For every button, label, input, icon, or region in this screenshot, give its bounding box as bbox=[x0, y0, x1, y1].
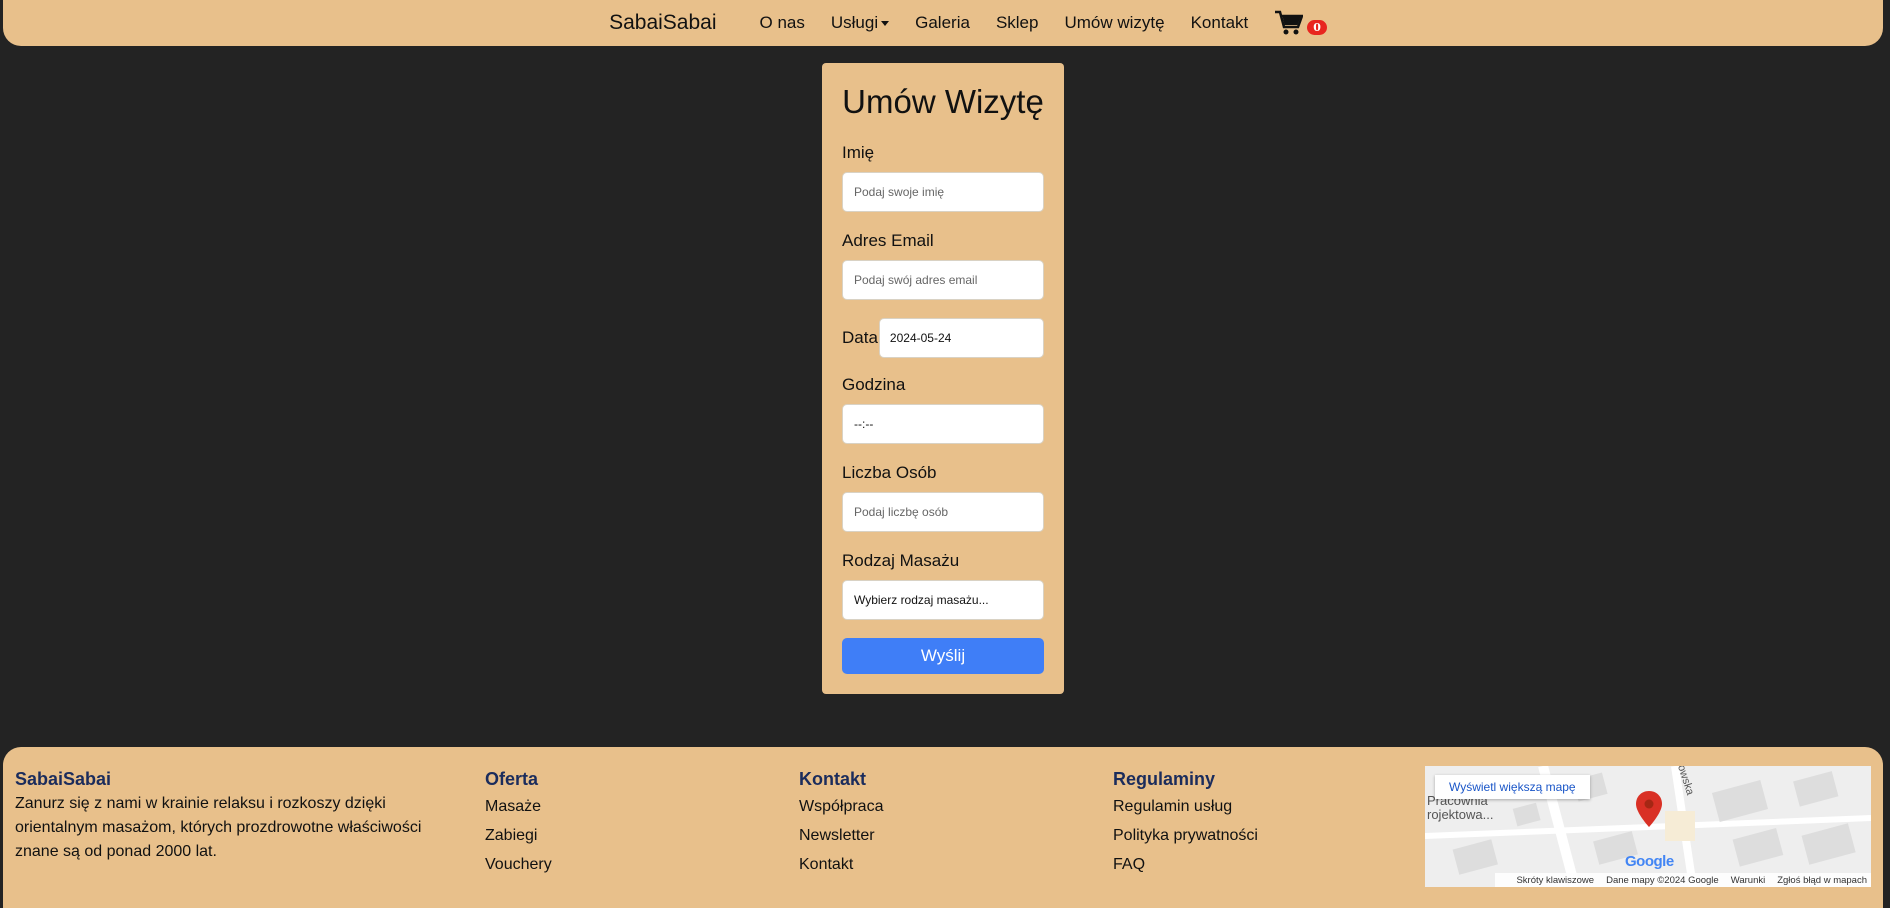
shopping-cart-icon bbox=[1275, 10, 1304, 35]
footer-link-wspolpraca[interactable]: Współpraca bbox=[799, 792, 883, 821]
view-larger-map-button[interactable]: Wyświetl większą mapę bbox=[1435, 775, 1590, 799]
submit-button[interactable]: Wyślij bbox=[842, 638, 1044, 674]
map-attribution-bar: Skróty klawiszowe Dane mapy ©2024 Google… bbox=[1495, 873, 1871, 887]
google-logo-text: Google bbox=[1625, 853, 1674, 870]
cart-button[interactable]: 0 bbox=[1275, 10, 1327, 36]
footer-link-newsletter[interactable]: Newsletter bbox=[799, 821, 883, 850]
nav-link-galeria[interactable]: Galeria bbox=[915, 13, 970, 33]
name-input[interactable]: Podaj swoje imię bbox=[842, 172, 1044, 212]
massage-select[interactable]: Wybierz rodzaj masażu... bbox=[842, 580, 1044, 620]
footer-contact: Kontakt Współpraca Newsletter Kontakt bbox=[799, 769, 883, 879]
people-input[interactable]: Podaj liczbę osób bbox=[842, 492, 1044, 532]
nav-link-umow-wizyte[interactable]: Umów wizytę bbox=[1064, 13, 1164, 33]
massage-field-group: Rodzaj Masażu Wybierz rodzaj masażu... bbox=[842, 551, 1044, 620]
people-field-group: Liczba Osób Podaj liczbę osób bbox=[842, 463, 1044, 532]
google-logo: Google bbox=[1625, 853, 1674, 870]
date-label: Data bbox=[842, 328, 878, 347]
footer-rules: Regulaminy Regulamin usług Polityka pryw… bbox=[1113, 769, 1258, 879]
time-label: Godzina bbox=[842, 375, 906, 394]
caret-down-icon bbox=[881, 20, 890, 26]
name-label: Imię bbox=[842, 143, 875, 162]
cart-count-badge: 0 bbox=[1307, 20, 1327, 35]
footer-rules-title: Regulaminy bbox=[1113, 769, 1216, 789]
massage-label: Rodzaj Masażu bbox=[842, 551, 960, 570]
embedded-map[interactable]: Pracownia rojektowa... owska Wyświetl wi… bbox=[1425, 766, 1871, 887]
footer-offer-title: Oferta bbox=[485, 769, 539, 789]
footer-link-vouchery[interactable]: Vouchery bbox=[485, 850, 552, 879]
email-input[interactable]: Podaj swój adres email bbox=[842, 260, 1044, 300]
nav-link-uslugi-label: Usługi bbox=[830, 13, 879, 32]
nav-links: SabaiSabai O nas Usługi Galeria Sklep Um… bbox=[609, 10, 1327, 36]
map-terms-link[interactable]: Warunki bbox=[1731, 875, 1766, 886]
nav-link-sklep[interactable]: Sklep bbox=[996, 13, 1039, 33]
map-report-link[interactable]: Zgłoś błąd w mapach bbox=[1777, 875, 1867, 886]
appointment-form: Umów Wizytę Imię Podaj swoje imię Adres … bbox=[822, 63, 1064, 694]
footer-about-title: SabaiSabai bbox=[15, 769, 112, 789]
map-pin-icon[interactable] bbox=[1636, 791, 1662, 827]
time-input[interactable]: --:-- bbox=[842, 404, 1044, 444]
footer-link-zabiegi[interactable]: Zabiegi bbox=[485, 821, 552, 850]
footer-link-polityka[interactable]: Polityka prywatności bbox=[1113, 821, 1258, 850]
name-field-group: Imię Podaj swoje imię bbox=[842, 143, 1044, 212]
people-label: Liczba Osób bbox=[842, 463, 937, 482]
nav-link-kontakt[interactable]: Kontakt bbox=[1191, 13, 1249, 33]
footer-link-regulamin[interactable]: Regulamin usług bbox=[1113, 792, 1258, 821]
footer-offer: Oferta Masaże Zabiegi Vouchery bbox=[485, 769, 552, 879]
footer-link-masaze[interactable]: Masaże bbox=[485, 792, 552, 821]
footer-link-faq[interactable]: FAQ bbox=[1113, 850, 1258, 879]
email-label: Adres Email bbox=[842, 231, 934, 250]
footer: SabaiSabai Zanurz się z nami w krainie r… bbox=[3, 747, 1883, 908]
date-field-group: Data 2024-05-24 bbox=[842, 318, 1044, 358]
footer-link-kontakt[interactable]: Kontakt bbox=[799, 850, 883, 879]
form-title: Umów Wizytę bbox=[842, 83, 1044, 120]
map-data-text: Dane mapy ©2024 Google bbox=[1606, 874, 1719, 886]
brand-logo[interactable]: SabaiSabai bbox=[609, 11, 716, 35]
footer-contact-title: Kontakt bbox=[799, 769, 866, 789]
email-field-group: Adres Email Podaj swój adres email bbox=[842, 231, 1044, 300]
navbar: SabaiSabai O nas Usługi Galeria Sklep Um… bbox=[3, 0, 1883, 46]
date-input[interactable]: 2024-05-24 bbox=[878, 318, 1044, 358]
footer-about: SabaiSabai Zanurz się z nami w krainie r… bbox=[15, 769, 435, 864]
footer-about-text: Zanurz się z nami w krainie relaksu i ro… bbox=[15, 795, 422, 860]
map-keyboard-shortcuts-link[interactable]: Skróty klawiszowe bbox=[1516, 875, 1594, 886]
time-field-group: Godzina --:-- bbox=[842, 375, 1044, 444]
nav-link-o-nas[interactable]: O nas bbox=[760, 13, 805, 33]
nav-link-uslugi[interactable]: Usługi bbox=[830, 13, 890, 33]
map-place-label-line2: rojektowa... bbox=[1427, 807, 1494, 822]
